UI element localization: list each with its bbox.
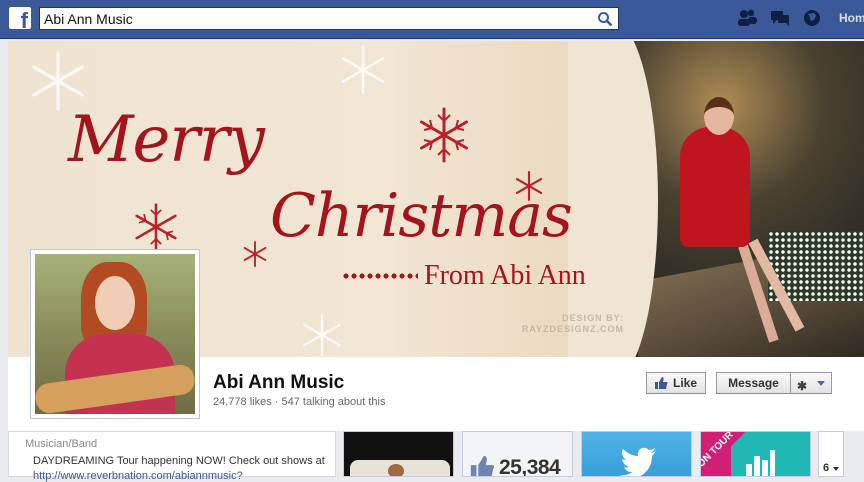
- thumbs-up-icon: [470, 455, 495, 476]
- search-box[interactable]: [39, 7, 619, 30]
- page-stats: 24,778 likes · 547 talking about this: [213, 396, 386, 408]
- profile-picture[interactable]: [30, 249, 200, 419]
- notifications-globe-icon[interactable]: [802, 9, 822, 27]
- message-button-label: Message: [728, 376, 779, 390]
- more-tabs-count: 6: [823, 462, 830, 474]
- facebook-logo-letter: f: [20, 8, 28, 33]
- message-button[interactable]: Message: [716, 372, 791, 394]
- search-icon[interactable]: [597, 11, 613, 27]
- cover-figure-coat: [680, 127, 750, 247]
- snowflake-icon: [243, 241, 267, 267]
- like-button[interactable]: Like: [646, 372, 706, 394]
- twitter-bird-icon: [620, 447, 656, 476]
- snowflake-icon: [341, 45, 385, 95]
- about-link[interactable]: http://www.reverbnation.com/abiannmusic?: [33, 470, 243, 482]
- cover-greeting-line3: From Abi Ann: [424, 260, 586, 291]
- settings-dropdown-button[interactable]: ✱: [790, 372, 832, 394]
- cover-greeting-line2: Christmas: [270, 181, 573, 251]
- profile-face: [95, 276, 135, 330]
- top-navigation-bar: f Hom: [0, 0, 864, 39]
- messages-icon[interactable]: [770, 9, 790, 27]
- thumbs-up-icon: [655, 377, 668, 389]
- like-button-label: Like: [673, 376, 698, 390]
- home-link[interactable]: Hom: [839, 11, 864, 25]
- cover-figure-head: [704, 97, 734, 135]
- tab-photos[interactable]: [343, 431, 454, 477]
- cover-credit-line2: RAYZDESIGNZ.COM: [521, 324, 624, 334]
- facebook-logo-icon[interactable]: f: [9, 7, 31, 33]
- gear-icon: ✱: [797, 379, 808, 393]
- photos-thumbnail-face: [388, 464, 404, 476]
- cover-credit-line1: DESIGN BY:: [562, 313, 624, 323]
- snowflake-icon: [303, 313, 341, 357]
- cover-divider-curve: [568, 41, 658, 357]
- cover-credit: DESIGN BY: RAYZDESIGNZ.COM: [520, 313, 624, 335]
- chevron-down-icon: [817, 381, 825, 386]
- friend-requests-icon[interactable]: [737, 9, 757, 27]
- snowflake-icon: [420, 107, 468, 163]
- page-title[interactable]: Abi Ann Music: [213, 372, 344, 394]
- snowflake-icon: [135, 203, 177, 251]
- cover-dot-divider: [342, 273, 418, 279]
- more-tabs-button[interactable]: 6: [818, 431, 844, 477]
- profile-photo: [35, 254, 195, 414]
- tour-bars-icon: [746, 450, 775, 476]
- tab-on-tour[interactable]: ON TOUR: [700, 431, 811, 477]
- tab-likes[interactable]: 25,384: [462, 431, 573, 477]
- tab-twitter[interactable]: [581, 431, 692, 477]
- likes-count: 25,384: [499, 456, 561, 477]
- snowflake-icon: [32, 51, 84, 111]
- search-input[interactable]: [44, 9, 584, 28]
- about-description: DAYDREAMING Tour happening NOW! Check ou…: [33, 455, 325, 467]
- page-category: Musician/Band: [25, 438, 98, 450]
- cover-greeting-line1: Merry: [68, 103, 265, 177]
- chevron-down-icon: [833, 467, 839, 471]
